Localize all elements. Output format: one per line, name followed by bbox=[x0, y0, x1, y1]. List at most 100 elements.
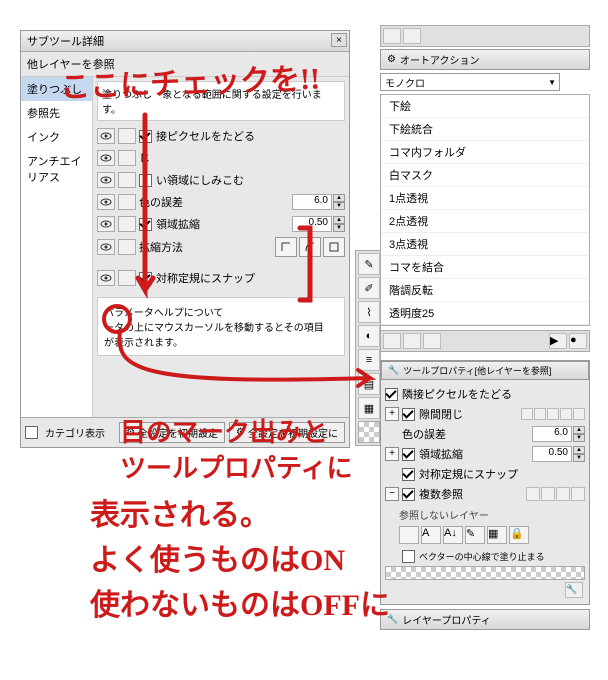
checkbox-adjacent[interactable] bbox=[139, 130, 152, 143]
method-icon-3[interactable] bbox=[323, 237, 345, 257]
record-icon[interactable]: ● bbox=[569, 333, 587, 349]
eye-icon[interactable] bbox=[118, 216, 136, 232]
toolprop-header[interactable]: ツールプロパティ[他レイヤーを参照] bbox=[381, 361, 589, 380]
chevron-up-icon[interactable]: ▲ bbox=[333, 194, 345, 202]
preset-dropdown[interactable]: モノクロ bbox=[380, 73, 560, 91]
action-item[interactable]: コマを結合 bbox=[381, 256, 589, 279]
chevron-down-icon[interactable]: ▼ bbox=[333, 224, 345, 232]
checkbox-snap[interactable] bbox=[139, 272, 152, 285]
category-item-aa[interactable]: アンチエイリアス bbox=[21, 149, 92, 189]
action-item[interactable]: 3点透視 bbox=[381, 233, 589, 256]
eye-icon[interactable] bbox=[118, 150, 136, 166]
chevron-down-icon[interactable]: ▼ bbox=[333, 202, 345, 210]
category-item-ink[interactable]: インク bbox=[21, 125, 92, 149]
tool-icon[interactable]: ▦ bbox=[358, 397, 380, 419]
layer-property-header[interactable]: レイヤープロパティ bbox=[380, 609, 590, 630]
chevron-up-icon[interactable]: ▲ bbox=[573, 446, 585, 454]
eye-icon[interactable] bbox=[97, 194, 115, 210]
layer-type-icon[interactable]: 🔒 bbox=[509, 526, 529, 544]
checkbox[interactable] bbox=[385, 388, 398, 401]
eye-icon[interactable] bbox=[97, 128, 115, 144]
tool-icon[interactable] bbox=[403, 333, 421, 349]
action-item[interactable]: 階調反転 bbox=[381, 279, 589, 302]
tool-icon[interactable] bbox=[383, 333, 401, 349]
spinner-value[interactable]: 6.0 bbox=[292, 194, 332, 210]
ref-icon[interactable] bbox=[556, 487, 570, 501]
eye-icon[interactable] bbox=[97, 150, 115, 166]
wrench-icon[interactable] bbox=[565, 582, 583, 598]
toolprop-title: ツールプロパティ[他レイヤーを参照] bbox=[403, 364, 551, 377]
row-color-margin: 色の誤差 6.0 ▲▼ bbox=[97, 191, 345, 213]
action-item[interactable]: 下絵 bbox=[381, 95, 589, 118]
spinner-area-scale[interactable]: 0.50 ▲▼ bbox=[292, 216, 345, 232]
checkbox-leak[interactable] bbox=[139, 174, 152, 187]
expand-icon[interactable]: + bbox=[385, 407, 399, 421]
eye-icon[interactable] bbox=[118, 270, 136, 286]
chevron-down-icon[interactable]: ▼ bbox=[573, 434, 585, 442]
level-icon[interactable] bbox=[547, 408, 559, 420]
collapse-icon[interactable]: − bbox=[385, 487, 399, 501]
action-item[interactable]: 2点透視 bbox=[381, 210, 589, 233]
category-item-ref[interactable]: 参照先 bbox=[21, 101, 92, 125]
tool-icon[interactable]: ⌇ bbox=[358, 301, 380, 323]
action-item[interactable]: 透明度25 bbox=[381, 302, 589, 325]
layer-type-icon[interactable] bbox=[399, 526, 419, 544]
category-item-fill[interactable]: 塗りつぶし bbox=[21, 77, 92, 101]
action-item[interactable]: 1点透視 bbox=[381, 187, 589, 210]
eye-icon[interactable] bbox=[97, 216, 115, 232]
method-icon-1[interactable] bbox=[275, 237, 297, 257]
level-icon[interactable] bbox=[573, 408, 585, 420]
checkbox[interactable] bbox=[402, 468, 415, 481]
action-item[interactable]: 下絵統合 bbox=[381, 118, 589, 141]
layer-type-icon[interactable]: A bbox=[421, 526, 441, 544]
checkbox[interactable] bbox=[402, 448, 415, 461]
category-display-toggle[interactable]: カテゴリ表示 bbox=[25, 422, 105, 443]
close-icon[interactable]: × bbox=[331, 33, 347, 47]
checkbox[interactable] bbox=[402, 550, 415, 563]
tool-icon[interactable]: ◐ bbox=[358, 325, 380, 347]
eye-icon[interactable] bbox=[97, 172, 115, 188]
eye-icon[interactable] bbox=[118, 194, 136, 210]
level-icon[interactable] bbox=[521, 408, 533, 420]
layer-type-icon[interactable]: ▦ bbox=[487, 526, 507, 544]
reset-all-button-2[interactable]: 全設定を初期設定に bbox=[229, 422, 345, 443]
level-icon[interactable] bbox=[560, 408, 572, 420]
chevron-up-icon[interactable]: ▲ bbox=[573, 426, 585, 434]
chevron-down-icon[interactable]: ▼ bbox=[573, 454, 585, 462]
eye-icon[interactable] bbox=[118, 128, 136, 144]
autoaction-header[interactable]: オートアクション bbox=[380, 49, 590, 70]
layer-type-icon[interactable]: ✎ bbox=[465, 526, 485, 544]
action-item[interactable]: コマ内フォルダ bbox=[381, 141, 589, 164]
reset-all-button[interactable]: 全設定を初期設定 bbox=[119, 422, 225, 443]
checkbox-category[interactable] bbox=[25, 426, 38, 439]
action-item[interactable]: 白マスク bbox=[381, 164, 589, 187]
tool-icon[interactable] bbox=[403, 28, 421, 44]
chevron-up-icon[interactable]: ▲ bbox=[333, 216, 345, 224]
level-icon[interactable] bbox=[534, 408, 546, 420]
panel-titlebar[interactable]: サブツール詳細 × bbox=[21, 31, 349, 52]
eye-icon[interactable] bbox=[118, 239, 136, 255]
checkbox[interactable] bbox=[402, 488, 415, 501]
ref-icon[interactable] bbox=[571, 487, 585, 501]
ref-icon[interactable] bbox=[526, 487, 540, 501]
ref-icon[interactable] bbox=[541, 487, 555, 501]
brush-icon[interactable]: ✎ bbox=[358, 253, 380, 275]
eye-icon[interactable] bbox=[97, 239, 115, 255]
eye-icon[interactable] bbox=[97, 270, 115, 286]
spinner-color-margin[interactable]: 6.0 ▲▼ bbox=[292, 194, 345, 210]
layer-type-icon[interactable]: A↓ bbox=[443, 526, 463, 544]
tool-icon[interactable] bbox=[383, 28, 401, 44]
eye-icon[interactable] bbox=[118, 172, 136, 188]
spinner[interactable]: 0.50▲▼ bbox=[532, 446, 585, 462]
play-icon[interactable]: ▶ bbox=[549, 333, 567, 349]
checkbox-area-scale[interactable] bbox=[139, 218, 152, 231]
checkbox[interactable] bbox=[402, 408, 415, 421]
spinner-value[interactable]: 0.50 bbox=[292, 216, 332, 232]
tool-icon[interactable]: ≡ bbox=[358, 349, 380, 371]
tool-icon[interactable] bbox=[423, 333, 441, 349]
tool-icon[interactable]: ▤ bbox=[358, 373, 380, 395]
spinner[interactable]: 6.0▲▼ bbox=[532, 426, 585, 442]
expand-icon[interactable]: + bbox=[385, 447, 399, 461]
tool-icon[interactable]: ✐ bbox=[358, 277, 380, 299]
method-icon-2[interactable] bbox=[299, 237, 321, 257]
